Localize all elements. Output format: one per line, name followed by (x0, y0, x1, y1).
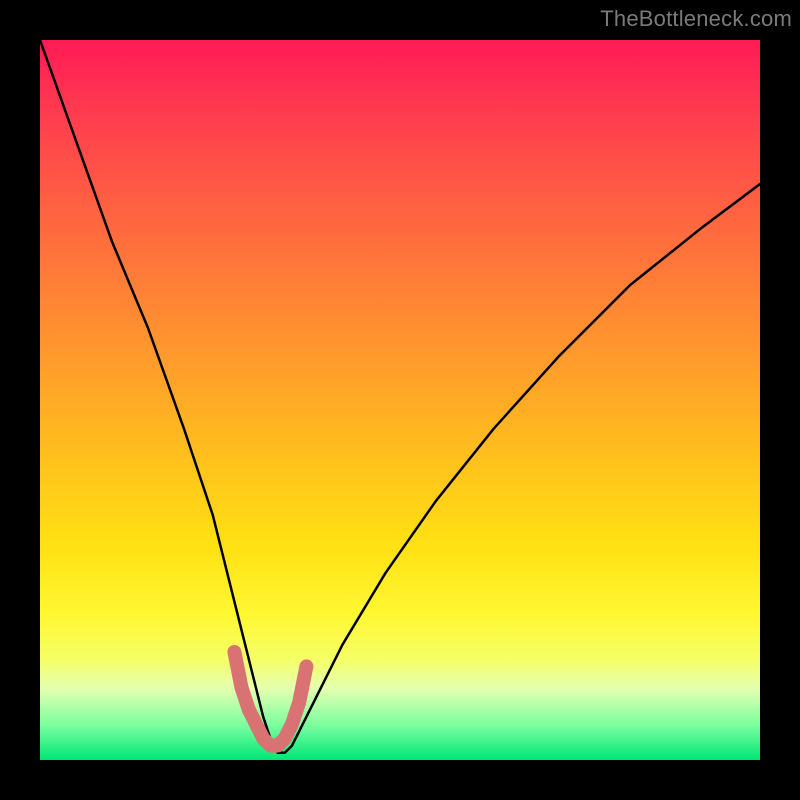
chart-frame: TheBottleneck.com (0, 0, 800, 800)
curve-svg (40, 40, 760, 760)
plot-area (40, 40, 760, 760)
valley-highlight (234, 652, 306, 746)
bottleneck-curve (40, 40, 760, 753)
watermark-text: TheBottleneck.com (600, 6, 792, 32)
